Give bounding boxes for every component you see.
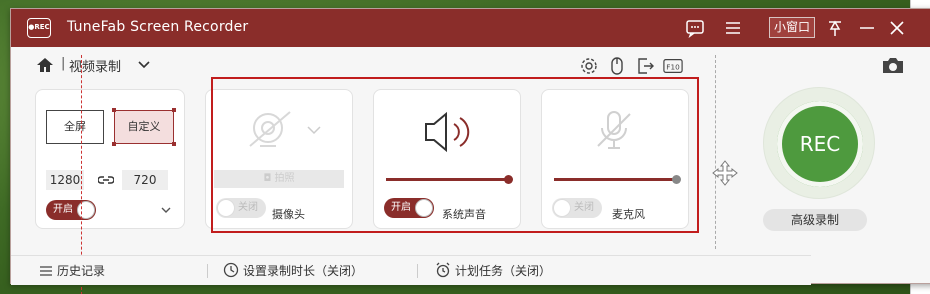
resize-handle[interactable] — [172, 142, 176, 146]
bottom-separator — [207, 264, 208, 278]
microphone-toggle[interactable]: 关闭 — [552, 198, 602, 218]
link-ratio-icon[interactable] — [98, 173, 114, 187]
slider-knob[interactable] — [504, 175, 513, 184]
toggle-label: 开启 — [53, 204, 73, 215]
toggle-label: 开启 — [391, 202, 411, 213]
bottom-separator — [417, 264, 418, 278]
toggle-knob — [553, 199, 571, 217]
pin-icon[interactable] — [825, 18, 845, 38]
record-duration-label: 设置录制时长（关闭） — [243, 264, 364, 278]
clock-icon — [223, 262, 239, 278]
system-sound-panel: 开启 系统声音 — [373, 89, 521, 229]
mouse-icon[interactable] — [607, 56, 627, 76]
fullscreen-button[interactable]: 全屏 — [46, 110, 104, 144]
mode-label[interactable]: 视频录制 — [69, 56, 121, 75]
resize-handle[interactable] — [112, 142, 116, 146]
microphone-label: 麦克风 — [612, 208, 645, 221]
minimize-icon[interactable] — [857, 18, 877, 38]
record-duration-button[interactable]: 设置录制时长（关闭） — [223, 262, 363, 279]
take-photo-button[interactable]: ◘ 拍照 — [214, 170, 344, 188]
alarm-clock-icon — [436, 262, 450, 278]
system-volume-slider[interactable] — [386, 175, 513, 184]
history-label: 历史记录 — [57, 264, 106, 278]
app-title: TuneFab Screen Recorder — [67, 19, 249, 35]
chevron-down-icon[interactable] — [160, 204, 172, 216]
svg-text:F10: F10 — [666, 63, 680, 72]
scheduled-task-label: 计划任务（关闭） — [455, 264, 552, 278]
system-sound-label: 系统声音 — [442, 208, 486, 221]
microphone-volume-slider[interactable] — [554, 175, 681, 184]
rec-button-ring: REC — [763, 87, 875, 199]
toggle-knob — [217, 199, 235, 217]
scheduled-task-button[interactable]: 计划任务（关闭） — [435, 262, 551, 279]
close-icon[interactable] — [887, 18, 907, 38]
take-photo-label: 拍照 — [274, 173, 295, 184]
bottom-bar: 历史记录 设置录制时长（关闭） 计划任务（关闭） — [11, 255, 811, 285]
breadcrumb-separator: | — [61, 56, 66, 71]
feedback-icon[interactable] — [685, 18, 705, 38]
microphone-muted-icon[interactable] — [590, 106, 638, 154]
toggle-label: 关闭 — [574, 202, 594, 213]
settings-gear-icon[interactable] — [579, 56, 599, 76]
system-sound-toggle[interactable]: 开启 — [384, 198, 434, 218]
height-input[interactable]: 720 — [122, 170, 168, 190]
screenshot-camera-icon[interactable] — [881, 55, 905, 75]
menu-icon[interactable] — [723, 18, 743, 38]
export-icon[interactable] — [635, 56, 655, 76]
history-button[interactable]: 历史记录 — [39, 262, 105, 279]
app-logo: ●REC — [27, 18, 51, 38]
resize-handle[interactable] — [112, 108, 116, 112]
width-input[interactable]: 1280 — [46, 170, 84, 190]
toggle-knob — [415, 199, 433, 217]
resize-handle[interactable] — [172, 108, 176, 112]
advanced-record-button[interactable]: 高级录制 — [763, 209, 867, 231]
toggle-knob — [77, 201, 95, 219]
microphone-panel: 关闭 麦克风 — [541, 89, 689, 229]
slider-knob[interactable] — [672, 175, 681, 184]
camera-toggle[interactable]: 关闭 — [216, 198, 266, 218]
mode-toolbar: | 视频录制 F10 — [11, 47, 731, 83]
title-bar[interactable]: ●REC TuneFab Screen Recorder 小窗口 — [11, 9, 930, 47]
webcam-icon — [249, 111, 291, 147]
camera-panel: ◘ 拍照 关闭 摄像头 — [205, 89, 353, 229]
list-icon — [40, 266, 52, 276]
rec-button[interactable]: REC — [777, 101, 863, 187]
speaker-icon[interactable] — [420, 110, 476, 154]
chevron-down-icon[interactable] — [306, 124, 322, 136]
camera-small-icon: ◘ — [263, 173, 275, 184]
camera-label: 摄像头 — [272, 208, 305, 221]
area-toggle[interactable]: 开启 — [46, 200, 96, 220]
f10-hotkey-icon[interactable]: F10 — [663, 56, 683, 76]
recorder-window: ●REC TuneFab Screen Recorder 小窗口 | 视频录制 — [10, 8, 930, 294]
toggle-label: 关闭 — [238, 202, 258, 213]
divider — [715, 55, 716, 249]
home-icon[interactable] — [35, 55, 55, 75]
custom-area-button[interactable]: 自定义 — [114, 110, 174, 144]
mini-window-button[interactable]: 小窗口 — [769, 17, 815, 38]
move-drag-icon[interactable] — [711, 159, 739, 187]
capture-area-panel: 全屏 自定义 1280 720 开启 — [35, 89, 185, 229]
chevron-down-icon[interactable] — [137, 58, 151, 72]
